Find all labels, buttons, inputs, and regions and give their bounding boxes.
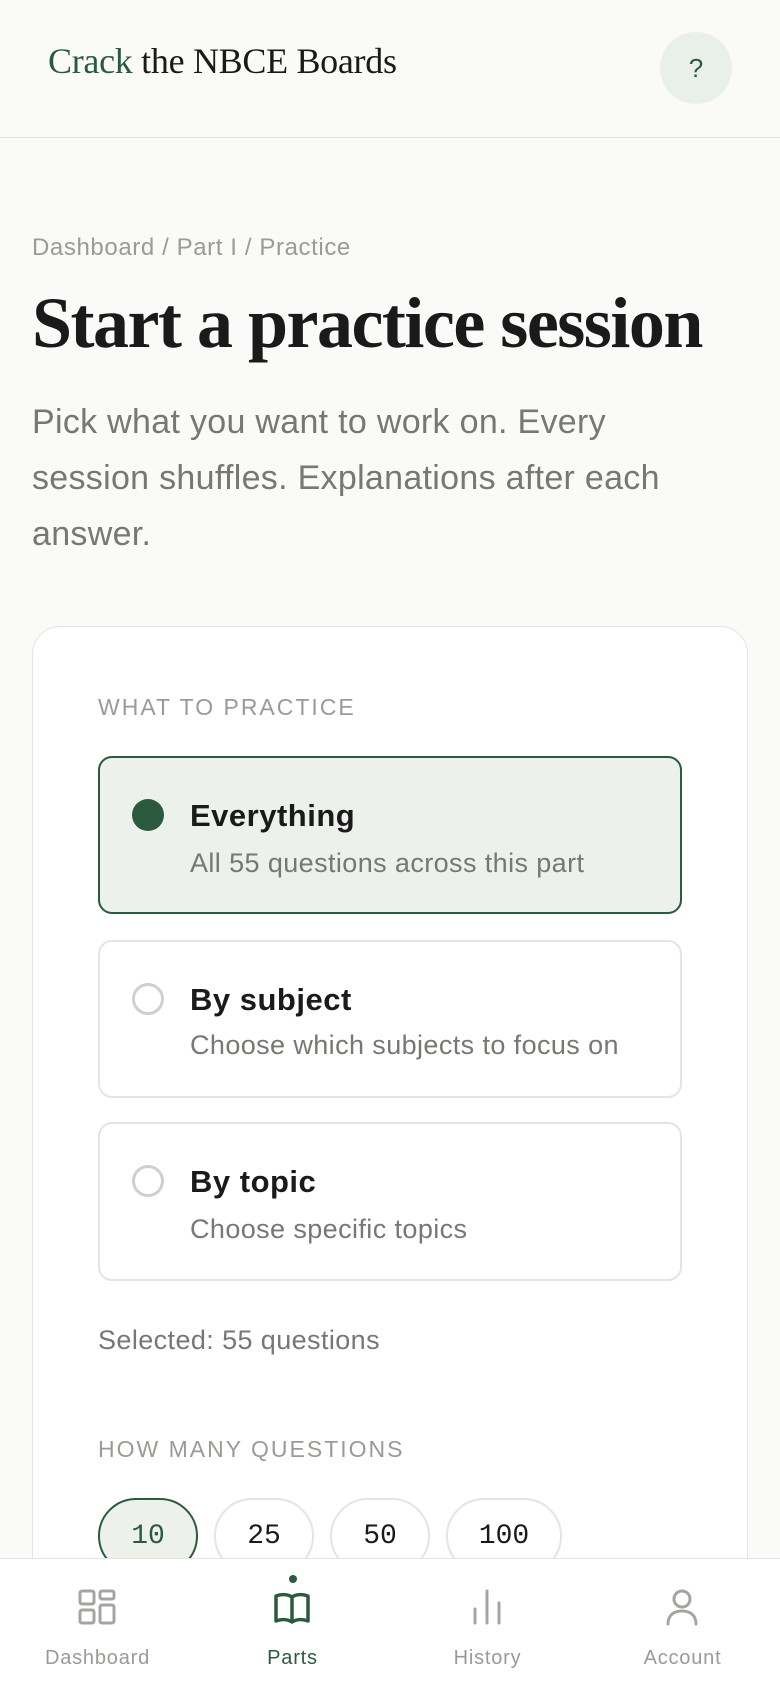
quantity-section-label: HOW MANY QUESTIONS bbox=[98, 1436, 405, 1462]
bottom-nav: Dashboard Parts History Account bbox=[0, 1558, 780, 1688]
page-subtitle: Pick what you want to work on. Every ses… bbox=[32, 403, 660, 553]
breadcrumb: Dashboard / Part I / Practice bbox=[32, 234, 351, 261]
option-description: Choose specific topics bbox=[190, 1214, 468, 1244]
practice-section-label: WHAT TO PRACTICE bbox=[98, 694, 356, 720]
option-description: All 55 questions across this part bbox=[190, 848, 585, 878]
nav-label: Parts bbox=[267, 1647, 318, 1669]
book-icon bbox=[274, 1592, 310, 1624]
nav-label: Account bbox=[643, 1647, 722, 1669]
bar-chart-icon bbox=[473, 1589, 501, 1625]
nav-item-account[interactable]: Account bbox=[585, 1559, 780, 1688]
page-title: Start a practice session bbox=[32, 283, 703, 363]
radio-selected-icon bbox=[132, 799, 164, 831]
dashboard-icon bbox=[78, 1589, 116, 1625]
option-everything[interactable]: Everything All 55 questions across this … bbox=[98, 756, 682, 914]
radio-unselected-icon bbox=[132, 983, 164, 1015]
option-by-topic[interactable]: By topic Choose specific topics bbox=[98, 1122, 682, 1281]
option-by-subject[interactable]: By subject Choose which subjects to focu… bbox=[98, 940, 682, 1098]
option-title: By subject bbox=[190, 982, 352, 1017]
brand-logo[interactable]: Crack the NBCE Boards bbox=[48, 40, 397, 82]
nav-item-dashboard[interactable]: Dashboard bbox=[0, 1559, 195, 1688]
nav-label: Dashboard bbox=[44, 1647, 151, 1669]
top-bar: Crack the NBCE Boards ? bbox=[0, 0, 780, 138]
user-icon bbox=[666, 1589, 698, 1626]
selected-question-count: Selected: 55 questions bbox=[98, 1325, 380, 1355]
radio-unselected-icon bbox=[132, 1165, 164, 1197]
option-description: Choose which subjects to focus on bbox=[190, 1030, 619, 1060]
brand-accent: Crack bbox=[48, 41, 133, 81]
option-title: Everything bbox=[190, 798, 356, 833]
active-indicator-dot bbox=[289, 1575, 297, 1583]
brand-text: the NBCE Boards bbox=[132, 41, 397, 81]
help-button[interactable]: ? bbox=[660, 32, 732, 104]
nav-item-parts[interactable]: Parts bbox=[195, 1559, 390, 1688]
nav-label: History bbox=[453, 1647, 522, 1669]
option-title: By topic bbox=[190, 1164, 317, 1199]
nav-item-history[interactable]: History bbox=[390, 1559, 585, 1688]
